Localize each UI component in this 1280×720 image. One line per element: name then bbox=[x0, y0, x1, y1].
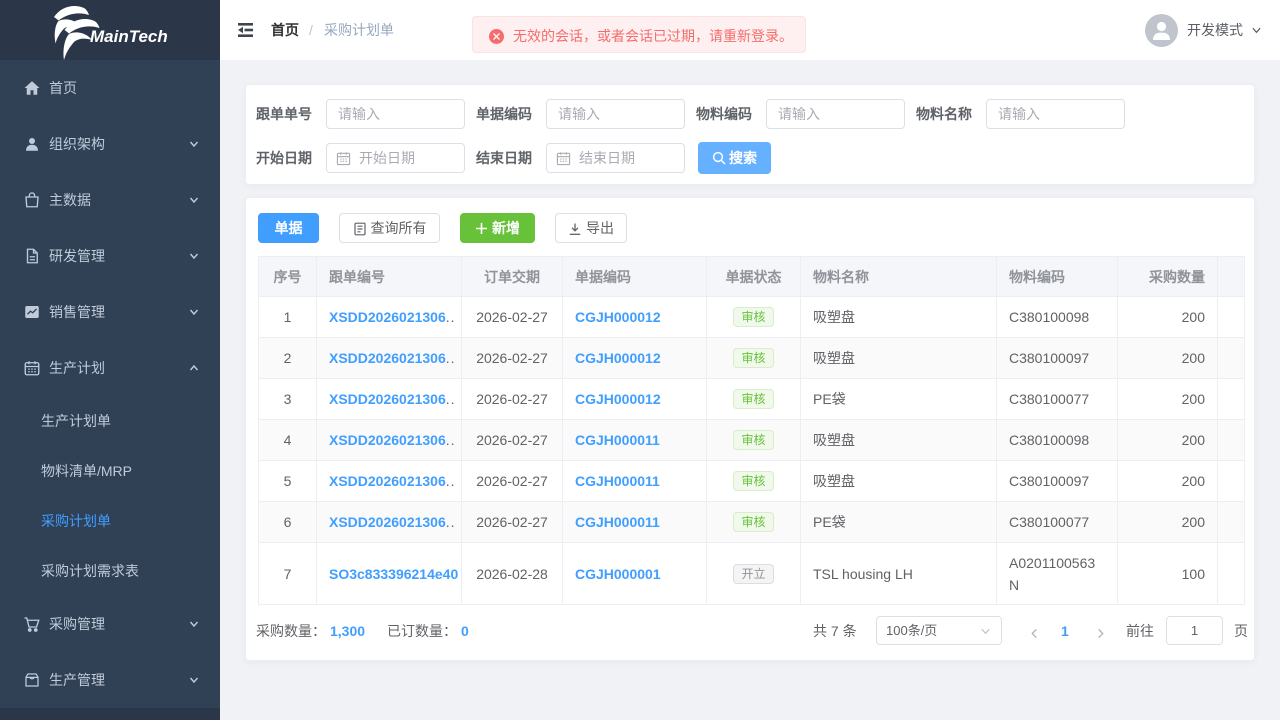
svg-text:MainTech: MainTech bbox=[90, 27, 168, 46]
